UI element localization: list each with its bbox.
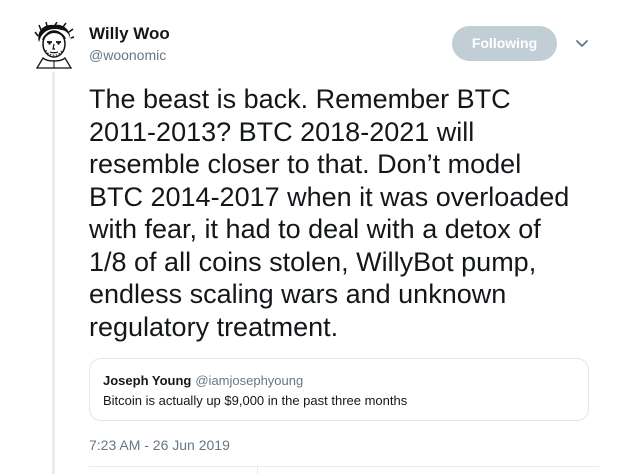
tweet-stats-divider [89,466,599,467]
chevron-down-icon [576,40,588,47]
author-display-name[interactable]: Willy Woo [89,24,170,44]
quoted-author-handle: @iamjosephyoung [195,373,304,388]
quoted-tweet-author: Joseph Young @iamjosephyoung [103,372,303,389]
quoted-author-name: Joseph Young [103,373,192,388]
thread-connector-line [52,72,55,474]
tweet-text: The beast is back. Remember BTC 2011-201… [89,84,570,342]
quoted-tweet-text: Bitcoin is actually up $9,000 in the pas… [103,393,408,408]
tweet-timestamp[interactable]: 7:23 AM - 26 Jun 2019 [89,436,230,454]
quoted-tweet-card[interactable]: Joseph Young @iamjosephyoung Bitcoin is a… [89,358,589,421]
avatar-portrait-icon [34,21,75,69]
author-handle[interactable]: @woonomic [89,46,166,64]
following-button[interactable]: Following [452,26,557,61]
tweet-menu-button[interactable] [574,37,590,49]
author-avatar[interactable] [33,21,75,70]
stats-separator [257,466,258,474]
